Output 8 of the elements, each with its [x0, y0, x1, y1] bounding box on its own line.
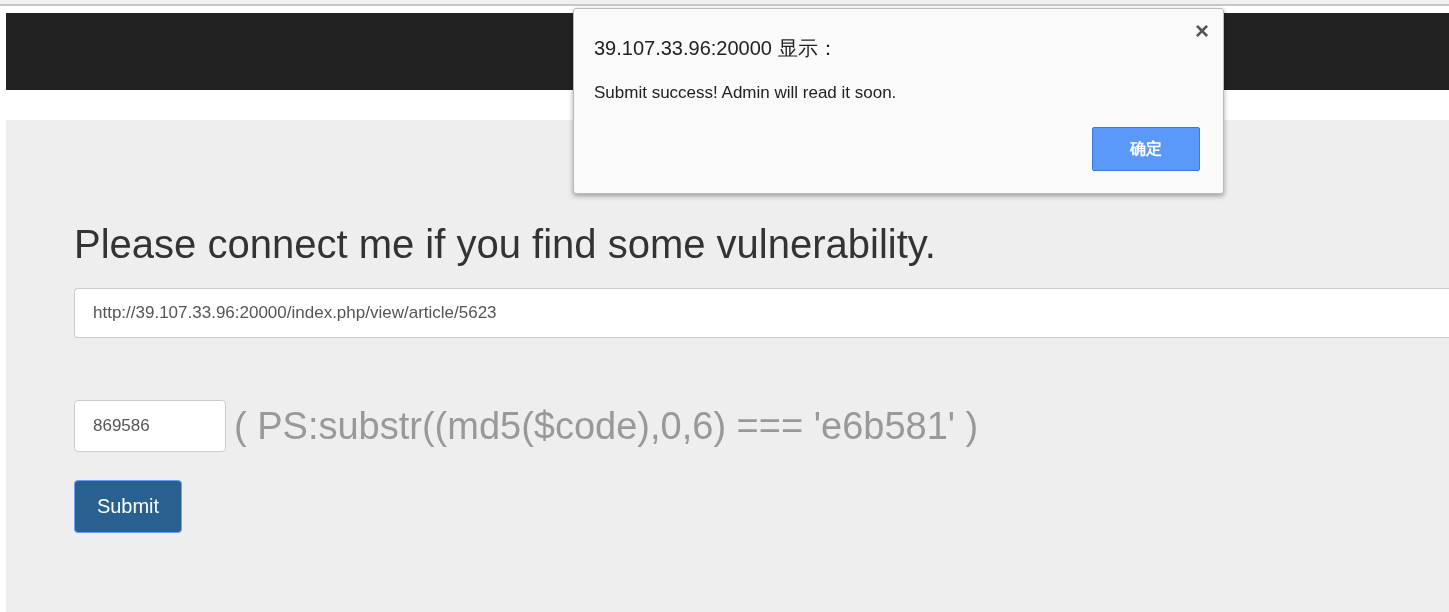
hint-text: ( PS:substr((md5($code),0,6) === 'e6b581' ) — [234, 404, 979, 448]
close-button[interactable]: × — [1195, 19, 1209, 43]
submit-button[interactable]: Submit — [74, 480, 182, 533]
page-heading: Please connect me if you find some vulnerability. — [74, 221, 937, 268]
url-field[interactable]: http://39.107.33.96:20000/index.php/view/article/5623 — [74, 288, 1449, 338]
dialog-message: Submit success! Admin will read it soon. — [594, 83, 897, 103]
code-field[interactable]: 869586 — [74, 400, 226, 452]
dialog-title: 39.107.33.96:20000 显示： — [594, 36, 838, 61]
